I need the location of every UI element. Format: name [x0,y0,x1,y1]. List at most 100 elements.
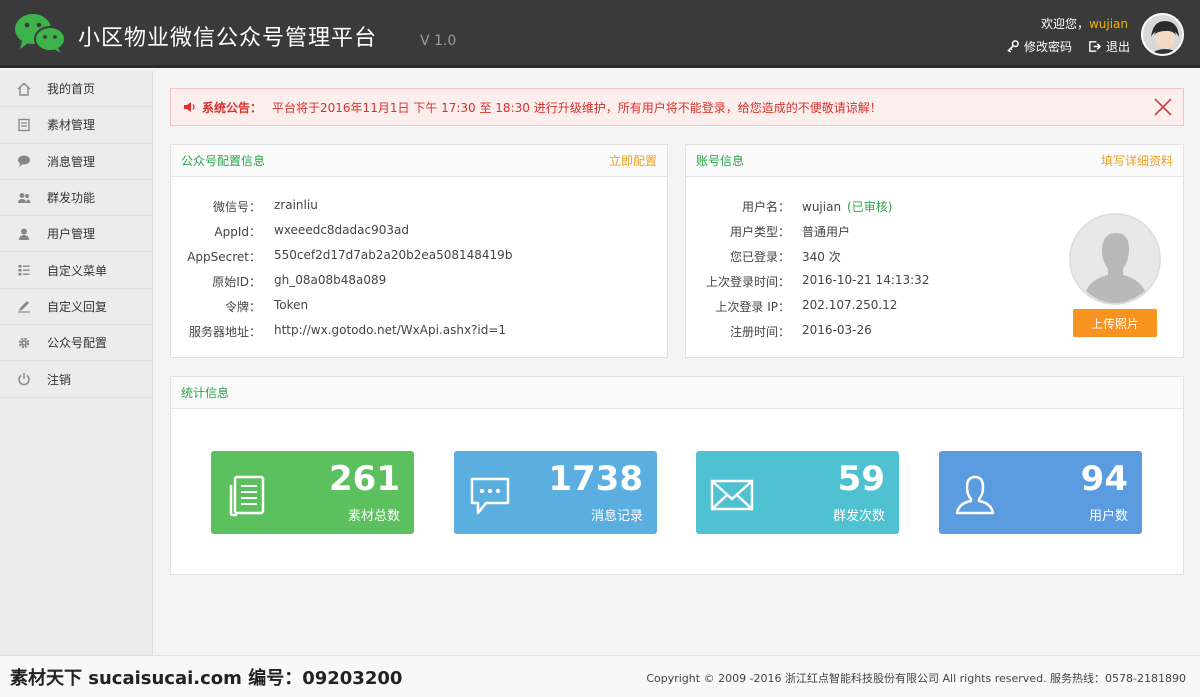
sidebar-item-label: 自定义菜单 [47,263,108,278]
stat-card-broadcast[interactable]: 59 群发次数 [696,451,899,534]
app-title: 小区物业微信公众号管理平台 [78,26,378,51]
sidebar-item-label: 我的首页 [47,82,96,97]
close-icon[interactable] [1153,97,1173,117]
users-icon [17,191,31,205]
key-icon [1007,40,1019,53]
sidebar-item-users[interactable]: 用户管理 [0,216,152,253]
user-icon [955,475,995,515]
notice-label: 系统公告： [202,100,263,115]
account-panel-title: 账号信息 [696,154,745,168]
stats-panel-header: 统计信息 [171,377,1183,409]
config-value: wxeeedc8dadac903ad [274,223,409,237]
status-badge: (已审核) [847,200,893,214]
account-value: 2016-10-21 14:13:32 [802,273,930,287]
account-panel-header: 账号信息 填写详细资料 [686,145,1183,177]
upload-photo-button[interactable]: 上传照片 [1073,309,1157,337]
sidebar-item-custom-reply[interactable]: 自定义回复 [0,289,152,326]
account-value: 2016-03-26 [802,323,872,337]
account-username-value: wujian [802,200,842,214]
sidebar-item-label: 素材管理 [47,118,96,133]
stats-panel-title: 统计信息 [181,386,230,400]
config-value: 550cef2d17d7ab2a20b2ea508148419b [274,248,513,262]
account-key: 用户类型： [729,225,790,239]
config-panel: 公众号配置信息 立即配置 微信号： zrainliu AppId： wxeeed… [170,144,668,358]
stat-label: 素材总数 [347,509,400,524]
account-value: wujian (已审核) [802,198,892,215]
avatar-photo-icon [1143,15,1182,54]
account-value: 202.107.250.12 [802,298,898,312]
menu-icon [17,263,31,277]
config-key: 微信号： [212,200,261,214]
stat-card-materials[interactable]: 261 素材总数 [211,451,414,534]
wechat-logo-icon [14,12,66,54]
user-silhouette-icon [1069,213,1161,305]
stat-card-messages[interactable]: 1738 消息记录 [454,451,657,534]
footer: 素材天下 sucaisucai.com 编号：09203200 Copyrigh… [0,655,1200,697]
config-key: AppId： [214,225,261,239]
stat-value: 94 [1080,459,1128,499]
account-key: 用户名： [741,200,790,214]
fill-details-link[interactable]: 填写详细资料 [1101,152,1173,169]
username[interactable]: wujian [1089,17,1128,31]
watermark-text: 素材天下 sucaisucai.com 编号：09203200 [10,668,403,689]
sidebar-item-label: 注销 [47,372,72,387]
logout-label: 退出 [1105,40,1130,54]
avatar[interactable] [1141,13,1184,56]
home-icon [17,82,31,96]
account-key: 注册时间： [729,325,790,339]
config-value: zrainliu [274,198,318,212]
app-version: V 1.0 [420,33,457,49]
power-icon [17,372,31,386]
sidebar-item-label: 自定义回复 [47,299,108,314]
account-value: 普通用户 [802,225,851,239]
sidebar-item-materials[interactable]: 素材管理 [0,107,152,144]
change-password-link[interactable]: 修改密码 [1006,38,1072,55]
stat-label: 消息记录 [590,509,643,524]
profile-photo-placeholder [1069,213,1161,305]
config-key: 令牌： [224,300,261,314]
gear-icon [17,336,31,350]
notice-text: 平台将于2016年11月1日 下午 17:30 至 18:30 进行升级维护，所… [272,100,882,115]
document-icon [17,118,31,132]
stat-label: 群发次数 [832,509,885,524]
configure-now-link[interactable]: 立即配置 [609,152,657,169]
user-icon [17,227,31,241]
mail-icon [710,479,754,511]
sidebar-item-messages[interactable]: 消息管理 [0,144,152,180]
sidebar: 我的首页 素材管理 消息管理 群发功能 用户管理 自定义菜单 自定义回复 公众号… [0,71,153,655]
sidebar-item-logout[interactable]: 注销 [0,361,152,398]
account-key: 您已登录： [729,250,790,264]
config-key: AppSecret： [187,250,261,264]
header: 小区物业微信公众号管理平台 V 1.0 欢迎您，wujian 修改密码 退出 [0,0,1200,68]
config-panel-title: 公众号配置信息 [181,154,266,168]
config-panel-header: 公众号配置信息 立即配置 [171,145,667,177]
sidebar-item-account-config[interactable]: 公众号配置 [0,325,152,362]
sidebar-item-broadcast[interactable]: 群发功能 [0,180,152,217]
stat-value: 59 [837,459,885,499]
system-notice: 系统公告： 平台将于2016年11月1日 下午 17:30 至 18:30 进行… [170,88,1184,126]
sidebar-item-custom-menu[interactable]: 自定义菜单 [0,252,152,289]
sidebar-item-home[interactable]: 我的首页 [0,71,152,108]
account-panel: 账号信息 填写详细资料 用户名： wujian (已审核) 用户类型： 普通用户 … [685,144,1184,358]
sidebar-item-label: 公众号配置 [47,336,108,351]
account-key: 上次登录时间： [705,275,790,289]
sidebar-item-label: 消息管理 [47,154,96,169]
stat-value: 1738 [548,459,643,499]
stat-label: 用户数 [1088,509,1128,524]
config-key: 原始ID： [212,275,261,289]
config-value: http://wx.gotodo.net/WxApi.ashx?id=1 [274,323,507,337]
speaker-icon [184,102,195,112]
sidebar-item-label: 群发功能 [47,191,96,206]
config-value: Token [274,298,309,312]
config-value: gh_08a08b48a089 [274,273,387,287]
change-password-label: 修改密码 [1023,40,1072,54]
welcome-text: 欢迎您，wujian [1041,15,1128,32]
welcome-prefix: 欢迎您， [1040,17,1089,31]
stat-card-users[interactable]: 94 用户数 [939,451,1142,534]
header-links: 修改密码 退出 [1006,38,1130,55]
account-key: 上次登录 IP： [715,300,790,314]
logout-icon [1089,41,1101,52]
logout-link[interactable]: 退出 [1088,38,1130,55]
copyright-text: Copyright © 2009 -2016 浙江红点智能科技股份有限公司 Al… [646,672,1186,685]
account-value: 340 次 [802,250,841,264]
